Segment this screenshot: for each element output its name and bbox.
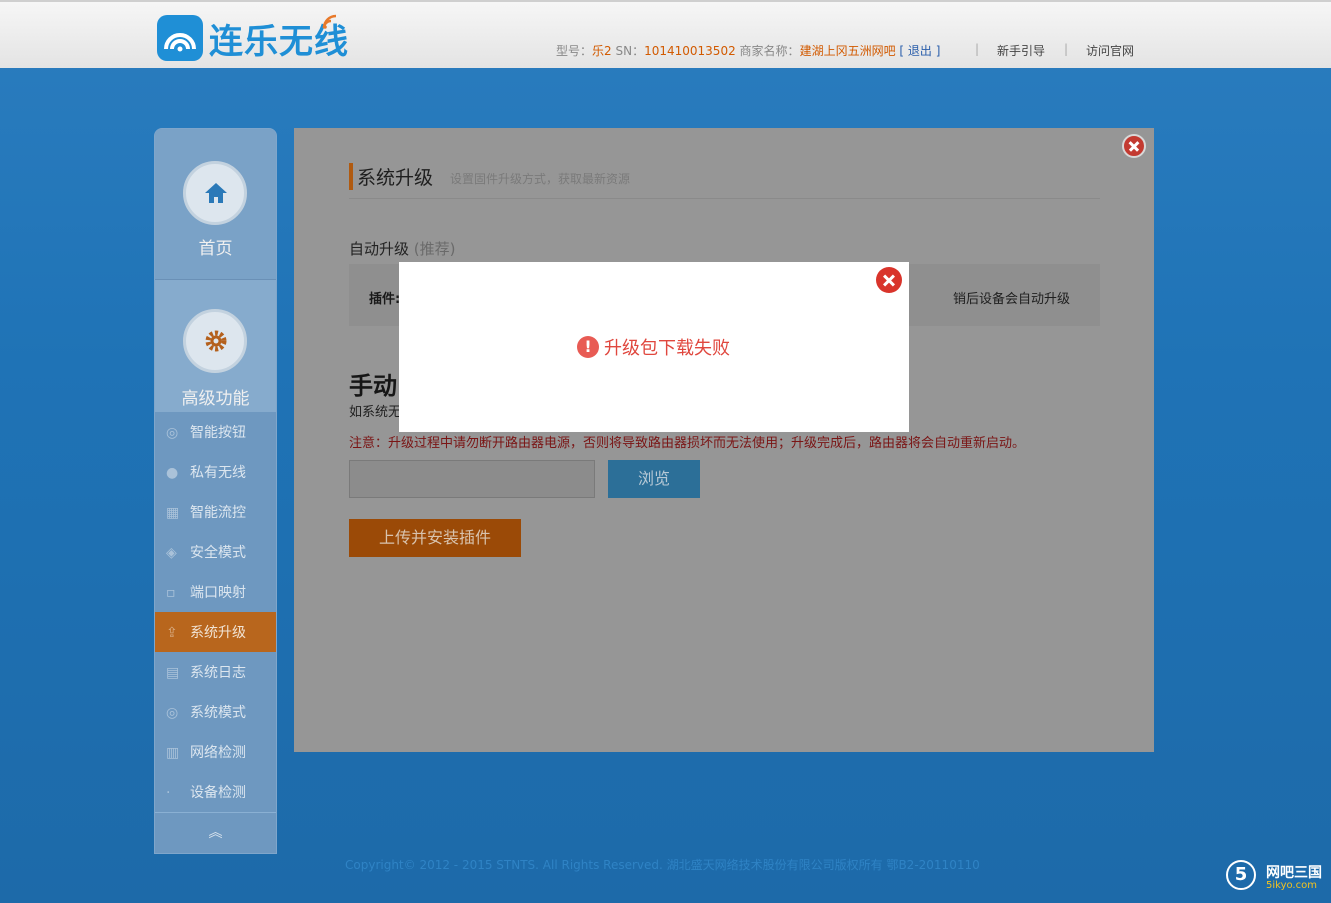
device-info: 型号：乐2 SN：101410013502 商家名称：建湖上冈五洲网吧 [ 退出… bbox=[556, 42, 940, 59]
collapse-up-icon[interactable]: ︽ bbox=[155, 812, 276, 853]
sidebar: 首页 高级功能 ◎ 智能按钮 ● 私有无线 ▦ 智能流控 ◈ 安全模式 ▫ 端口映射 ⇪ 系… bbox=[154, 128, 277, 854]
sidebar-item-label: 智能按钮 bbox=[190, 425, 246, 441]
sidebar-home[interactable]: 首页 bbox=[155, 129, 276, 280]
sidebar-item-label: 系统模式 bbox=[190, 705, 246, 721]
sidebar-item-flow-control[interactable]: ▦ 智能流控 bbox=[155, 492, 276, 532]
model-value: 乐2 bbox=[592, 44, 612, 58]
flow-icon: ▦ bbox=[166, 505, 180, 521]
plugin-label: 插件: bbox=[369, 292, 401, 307]
page-title: 系统升级 bbox=[349, 163, 433, 190]
dialog-close-icon[interactable] bbox=[876, 267, 902, 293]
sidebar-item-label: 网络检测 bbox=[190, 745, 246, 761]
sidebar-item-label: 端口映射 bbox=[190, 585, 246, 601]
watermark-logo-icon: 5 bbox=[1226, 860, 1256, 890]
sidebar-item-label: 系统日志 bbox=[190, 665, 246, 681]
watermark-site: 5ikyo.com bbox=[1266, 880, 1317, 891]
wifi-icon: ◎ bbox=[166, 425, 179, 441]
sidebar-item-security[interactable]: ◈ 安全模式 bbox=[155, 532, 276, 572]
port-icon: ▫ bbox=[166, 585, 176, 601]
guide-link[interactable]: 新手引导 bbox=[997, 42, 1045, 59]
sidebar-advanced[interactable]: 高级功能 bbox=[155, 280, 276, 412]
sidebar-item-label: 智能流控 bbox=[190, 505, 246, 521]
exclamation-icon: ! bbox=[577, 336, 599, 358]
manual-upgrade-title: 手动 bbox=[349, 372, 397, 400]
copyright: Copyright© 2012 - 2015 STNTS. All Rights… bbox=[345, 858, 980, 872]
sidebar-item-port-mapping[interactable]: ▫ 端口映射 bbox=[155, 572, 276, 612]
home-icon bbox=[183, 161, 247, 225]
sidebar-item-device-check[interactable]: · 设备检测 bbox=[155, 772, 276, 812]
manual-upgrade-desc: 如系统无 bbox=[349, 405, 402, 420]
device-icon: · bbox=[166, 785, 171, 801]
sidebar-item-network-check[interactable]: ▥ 网络检测 bbox=[155, 732, 276, 772]
top-bar: 连乐无线 型号：乐2 SN：101410013502 商家名称：建湖上冈五洲网吧… bbox=[0, 0, 1331, 68]
watermark-title: 网吧三国 bbox=[1266, 865, 1322, 881]
sidebar-item-label: 系统升级 bbox=[190, 625, 246, 641]
divider: | bbox=[975, 42, 980, 56]
dialog-message-text: 升级包下载失败 bbox=[604, 338, 730, 359]
official-site-link[interactable]: 访问官网 bbox=[1086, 42, 1134, 59]
sidebar-item-label: 私有无线 bbox=[190, 465, 246, 481]
upgrade-warning: 注意：升级过程中请勿断开路由器电源，否则将导致路由器损坏而无法使用；升级完成后，… bbox=[349, 436, 1026, 451]
error-dialog: ! 升级包下载失败 bbox=[399, 262, 909, 432]
mode-icon: ◎ bbox=[166, 705, 179, 721]
divider bbox=[349, 198, 1100, 199]
divider: | bbox=[1064, 42, 1069, 56]
sidebar-item-label: 设备检测 bbox=[190, 785, 246, 801]
user-icon: ● bbox=[166, 465, 179, 481]
model-label: 型号： bbox=[556, 44, 593, 58]
sidebar-item-mode[interactable]: ◎ 系统模式 bbox=[155, 692, 276, 732]
gear-icon bbox=[183, 309, 247, 373]
sidebar-advanced-label: 高级功能 bbox=[181, 389, 250, 409]
sn-value: 101410013502 bbox=[644, 44, 736, 58]
recommended-tag: (推荐) bbox=[413, 240, 456, 258]
sidebar-item-smart-button[interactable]: ◎ 智能按钮 bbox=[155, 412, 276, 452]
browse-button[interactable]: 浏览 bbox=[608, 460, 700, 498]
upload-install-button[interactable]: 上传并安装插件 bbox=[349, 519, 521, 557]
shield-icon: ◈ bbox=[166, 545, 177, 561]
auto-upgrade-text: 自动升级 bbox=[349, 240, 410, 258]
network-icon: ▥ bbox=[166, 745, 180, 761]
logout-link[interactable]: [ 退出 ] bbox=[899, 44, 940, 58]
file-path-input[interactable] bbox=[349, 460, 595, 498]
panel-close-icon[interactable] bbox=[1122, 134, 1146, 158]
wifi-signal-icon bbox=[322, 14, 337, 29]
logo[interactable]: 连乐无线 bbox=[157, 14, 349, 62]
sidebar-home-label: 首页 bbox=[198, 239, 233, 259]
merchant-value: 建湖上冈五洲网吧 bbox=[799, 44, 896, 58]
dialog-message: ! 升级包下载失败 bbox=[577, 334, 730, 360]
upgrade-icon: ⇪ bbox=[166, 625, 178, 641]
auto-upgrade-note: 销后设备会自动升级 bbox=[953, 292, 1071, 307]
auto-upgrade-label: 自动升级 (推荐) bbox=[349, 238, 456, 259]
logo-icon bbox=[157, 15, 203, 61]
sidebar-item-private-wireless[interactable]: ● 私有无线 bbox=[155, 452, 276, 492]
log-icon: ▤ bbox=[166, 665, 180, 681]
sidebar-item-upgrade[interactable]: ⇪ 系统升级 bbox=[155, 612, 276, 652]
sidebar-item-log[interactable]: ▤ 系统日志 bbox=[155, 652, 276, 692]
page-subtitle: 设置固件升级方式，获取最新资源 bbox=[450, 172, 631, 186]
sn-label: SN： bbox=[615, 44, 645, 58]
merchant-label: 商家名称： bbox=[739, 44, 800, 58]
sidebar-item-label: 安全模式 bbox=[190, 545, 246, 561]
